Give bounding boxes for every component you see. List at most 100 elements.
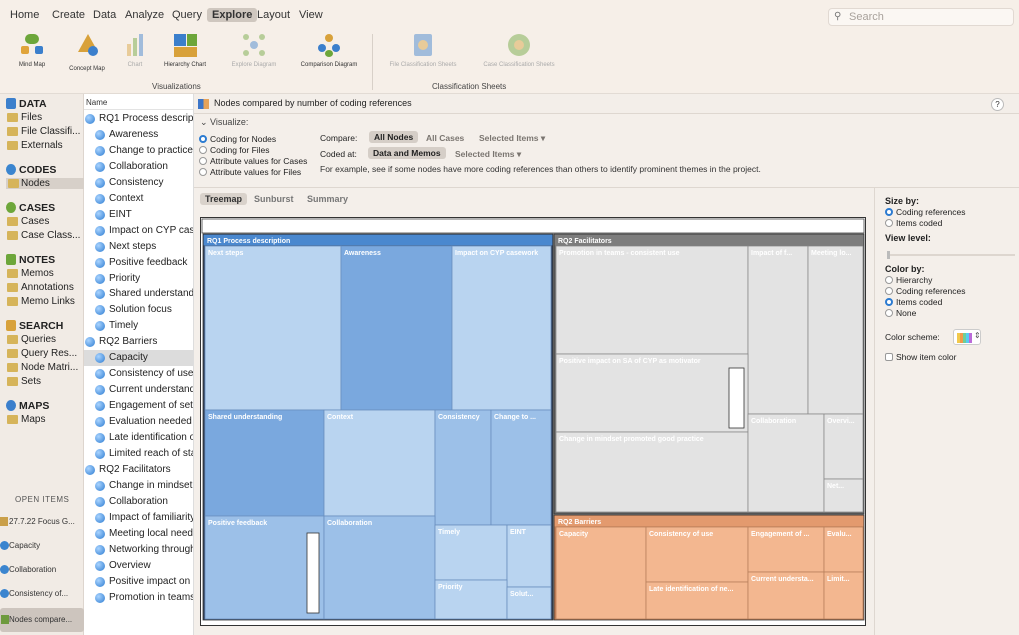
- visualize-label[interactable]: ⌄ Visualize:: [200, 117, 248, 128]
- treemap-cell[interactable]: [340, 245, 453, 411]
- menu-data[interactable]: Data: [93, 9, 116, 21]
- coded-at-data-and-memos[interactable]: Data and Memos: [368, 147, 446, 159]
- concept-map-button[interactable]: Concept Map: [64, 32, 110, 72]
- chart-button[interactable]: Chart: [120, 32, 150, 68]
- radio-color-coding-references[interactable]: Coding references: [885, 286, 965, 296]
- menu-query[interactable]: Query: [172, 9, 202, 21]
- radio-color-none[interactable]: None: [885, 308, 916, 318]
- nav-item-maps[interactable]: Maps: [7, 414, 45, 425]
- node-row[interactable]: Consistency: [95, 175, 193, 191]
- treemap-cell[interactable]: [555, 431, 749, 513]
- treemap-cell[interactable]: [807, 245, 864, 415]
- coded-at-selected-items[interactable]: Selected Items ▾: [455, 149, 521, 160]
- nav-item-query-results[interactable]: Query Res...: [7, 348, 77, 359]
- case-classification-sheets-button[interactable]: Case Classification Sheets: [474, 32, 564, 68]
- open-item-collaboration[interactable]: Collaboration: [0, 558, 84, 582]
- view-level-slider-track[interactable]: [889, 254, 1015, 256]
- nav-item-file-classifications[interactable]: File Classifi...: [7, 126, 80, 137]
- treemap-cell[interactable]: [555, 353, 749, 433]
- node-row[interactable]: Late identification o: [95, 430, 193, 446]
- file-classification-sheets-button[interactable]: File Classification Sheets: [380, 32, 466, 68]
- node-row[interactable]: Solution focus: [95, 302, 193, 318]
- treemap-cell[interactable]: [434, 409, 492, 526]
- treemap-root-strip[interactable]: [201, 218, 865, 234]
- open-item-focus-group[interactable]: 27.7.22 Focus G...: [0, 510, 84, 534]
- node-row[interactable]: Collaboration: [95, 494, 193, 510]
- nav-item-memo-links[interactable]: Memo Links: [7, 296, 75, 307]
- search-input[interactable]: ⚲ Search: [828, 8, 1014, 26]
- node-row[interactable]: Shared understandi: [95, 286, 193, 302]
- hierarchy-chart-button[interactable]: Hierarchy Chart: [160, 32, 210, 68]
- treemap-cell[interactable]: [204, 515, 325, 620]
- comparison-diagram-button[interactable]: Comparison Diagram: [296, 32, 362, 68]
- mind-map-button[interactable]: Mind Map: [12, 32, 52, 68]
- treemap-cell[interactable]: [204, 245, 342, 411]
- node-row[interactable]: Impact on CYP case: [95, 223, 193, 239]
- nav-item-case-classifications[interactable]: Case Class...: [7, 230, 80, 241]
- node-row[interactable]: Impact of familiarity,: [95, 510, 193, 526]
- node-row[interactable]: Overview: [95, 558, 193, 574]
- tab-summary[interactable]: Summary: [307, 194, 348, 204]
- treemap-cell[interactable]: [204, 409, 325, 517]
- nav-header-search[interactable]: SEARCH: [6, 320, 63, 332]
- treemap-inner-box[interactable]: [728, 367, 745, 429]
- radio-size-items-coded[interactable]: Items coded: [885, 218, 942, 228]
- view-level-slider-knob[interactable]: [887, 251, 890, 259]
- nav-item-externals[interactable]: Externals: [7, 140, 63, 151]
- node-row[interactable]: Limited reach of sta: [95, 446, 193, 462]
- explore-diagram-button[interactable]: Explore Diagram: [226, 32, 282, 68]
- nav-header-cases[interactable]: CASES: [6, 202, 55, 214]
- treemap-cell[interactable]: [490, 409, 552, 526]
- radio-attribute-files[interactable]: Attribute values for Files: [199, 167, 301, 177]
- node-row[interactable]: Context: [95, 191, 193, 207]
- color-scheme-picker[interactable]: ⇕: [953, 329, 981, 345]
- radio-coding-for-files[interactable]: Coding for Files: [199, 145, 270, 155]
- treemap-cell[interactable]: [555, 526, 647, 620]
- menu-home[interactable]: Home: [10, 9, 39, 21]
- node-row[interactable]: Timely: [95, 318, 193, 334]
- open-item-capacity[interactable]: Capacity: [0, 534, 84, 558]
- open-item-consistency[interactable]: Consistency of...: [0, 582, 84, 606]
- treemap-cell[interactable]: [747, 413, 825, 513]
- node-row[interactable]: Networking through: [95, 542, 193, 558]
- node-row[interactable]: Positive feedback: [95, 255, 193, 271]
- open-item-nodes-compared[interactable]: Nodes compare...: [0, 608, 84, 632]
- menu-create[interactable]: Create: [52, 9, 85, 21]
- treemap-cell[interactable]: [555, 245, 749, 355]
- node-row[interactable]: Priority: [95, 271, 193, 287]
- node-row[interactable]: Consistency of use: [95, 366, 193, 382]
- nav-item-files[interactable]: Files: [7, 112, 42, 123]
- help-button[interactable]: ?: [991, 98, 1004, 111]
- menu-analyze[interactable]: Analyze: [125, 9, 164, 21]
- compare-selected-items[interactable]: Selected Items ▾: [479, 133, 545, 144]
- nav-header-codes[interactable]: CODES: [6, 164, 56, 176]
- nav-item-nodes[interactable]: Nodes: [6, 178, 84, 189]
- node-row[interactable]: Current understandi: [95, 382, 193, 398]
- node-row[interactable]: Change in mindset p: [95, 478, 193, 494]
- menu-explore[interactable]: Explore: [207, 8, 258, 22]
- nav-header-maps[interactable]: MAPS: [6, 400, 49, 412]
- menu-view[interactable]: View: [299, 9, 323, 21]
- node-row[interactable]: Change to practice: [95, 143, 193, 159]
- node-group-row[interactable]: RQ1 Process descripti: [85, 111, 193, 127]
- node-row[interactable]: Next steps: [95, 239, 193, 255]
- node-group-row[interactable]: RQ2 Facilitators: [85, 462, 193, 478]
- name-column-header[interactable]: Name: [84, 94, 193, 110]
- nav-item-annotations[interactable]: Annotations: [7, 282, 74, 293]
- node-row[interactable]: Engagement of sett: [95, 398, 193, 414]
- node-row[interactable]: Capacity: [84, 350, 193, 367]
- nav-item-cases[interactable]: Cases: [7, 216, 49, 227]
- node-row[interactable]: Positive impact on L: [95, 574, 193, 590]
- nav-item-memos[interactable]: Memos: [7, 268, 54, 279]
- radio-color-items-coded[interactable]: Items coded: [885, 297, 942, 307]
- node-row[interactable]: Awareness: [95, 127, 193, 143]
- tab-sunburst[interactable]: Sunburst: [254, 194, 294, 204]
- radio-size-coding-references[interactable]: Coding references: [885, 207, 965, 217]
- node-row[interactable]: Promotion in teams: [95, 590, 193, 606]
- nav-header-data[interactable]: DATA: [6, 98, 47, 110]
- node-row[interactable]: Collaboration: [95, 159, 193, 175]
- nav-header-notes[interactable]: NOTES: [6, 254, 55, 266]
- node-row[interactable]: EINT: [95, 207, 193, 223]
- show-item-color-checkbox[interactable]: Show item color: [885, 352, 956, 362]
- treemap-cell[interactable]: [323, 515, 436, 620]
